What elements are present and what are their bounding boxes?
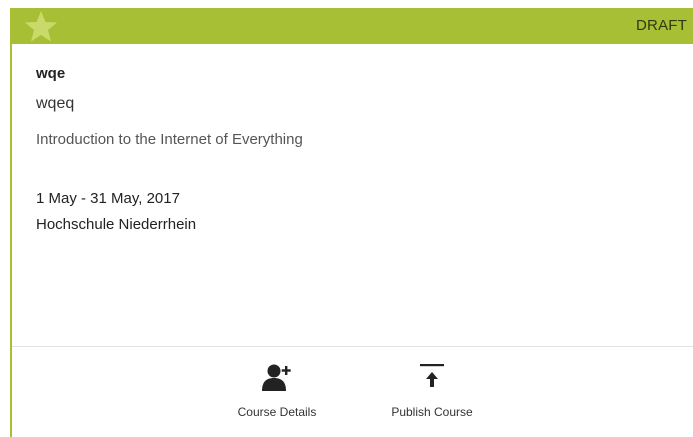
star-icon[interactable] — [24, 10, 58, 43]
upload-icon — [372, 363, 492, 398]
course-title: wqeq — [36, 95, 75, 112]
course-code: wqe — [36, 65, 66, 82]
publish-course-label: Publish Course — [391, 405, 473, 419]
course-details-button[interactable]: Course Details — [217, 363, 337, 419]
status-badge: DRAFT — [636, 17, 687, 34]
course-card: DRAFT wqe wqeq Introduction to the Inter… — [10, 8, 693, 437]
add-user-icon — [217, 363, 337, 398]
course-institution: Hochschule Niederrhein — [36, 216, 197, 233]
card-header: DRAFT — [10, 8, 693, 44]
publish-course-button[interactable]: Publish Course — [372, 363, 492, 419]
course-dates: 1 May - 31 May, 2017 — [36, 190, 180, 207]
course-details-label: Course Details — [237, 405, 317, 419]
course-subtitle: Introduction to the Internet of Everythi… — [36, 131, 303, 148]
divider — [12, 346, 693, 347]
